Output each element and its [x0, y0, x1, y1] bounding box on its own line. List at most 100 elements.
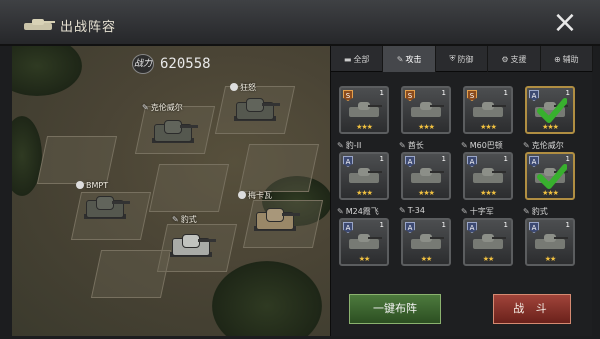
unit-card[interactable]: A 1 ★★ [525, 218, 575, 266]
unit-name: 克伦威尔 [531, 141, 564, 150]
unit-card[interactable]: A 1 ★★ [463, 218, 513, 266]
unit-card[interactable]: A 1 ★★★ [401, 152, 451, 200]
wrench-icon: ✎ [337, 141, 344, 150]
bush-decoration [212, 261, 322, 336]
unit-label: 狂怒 [230, 82, 256, 93]
unit-name-label: ✎ 克伦威尔 [523, 140, 564, 151]
wrench-icon: ✎ [172, 215, 179, 224]
tab-defense[interactable]: ⛨ 防御 [436, 46, 489, 72]
unit-name: 豹式 [531, 207, 548, 216]
tank-unit[interactable] [168, 232, 216, 258]
unit-name: M24霞飞 [345, 207, 379, 216]
power-value: 620558 [160, 56, 211, 72]
tab-attack[interactable]: ✎ 攻击 [383, 46, 436, 72]
rank-badge: A [529, 222, 539, 233]
gear-icon: ⚙ [501, 54, 509, 64]
tab-support[interactable]: ⚙ 支援 [488, 46, 541, 72]
wrench-icon: ✎ [461, 141, 468, 150]
unit-name-label: ✎ 豹-II [337, 140, 361, 151]
circle-icon [76, 181, 84, 189]
wrench-icon: ✎ [399, 141, 406, 150]
wrench-icon: ✎ [396, 54, 404, 64]
tank-unit[interactable] [252, 206, 300, 232]
star-rating: ★★★ [480, 189, 497, 197]
plus-icon: ⊕ [553, 54, 561, 64]
title-bar: 出战阵容 × [0, 0, 600, 46]
unit-card[interactable]: A 1 ★★ [401, 218, 451, 266]
unit-name-label: ✎ 十字军 [461, 206, 494, 217]
formation-slot[interactable] [90, 250, 172, 298]
shield-icon: ⛨ [449, 54, 456, 63]
formation-slot[interactable] [36, 136, 118, 184]
unit-card[interactable]: A 1 ★★★ [339, 152, 389, 200]
checkmark-icon [537, 164, 567, 189]
unit-card[interactable]: A 1 ★★★ [525, 86, 575, 134]
unit-name-label: ✎ M60巴顿 [461, 140, 503, 151]
unit-label: 梅卡瓦 [238, 190, 272, 201]
star-rating: ★★★ [480, 123, 497, 131]
rank-badge: A [467, 222, 477, 233]
tank-thumbnail [349, 168, 382, 184]
close-button[interactable]: × [548, 8, 582, 38]
rank-badge: A [405, 222, 415, 233]
tank-unit[interactable] [150, 118, 198, 144]
unit-card[interactable]: S 1 ★★★ [463, 86, 513, 134]
star-rating: ★★★ [356, 123, 373, 131]
unit-name: 豹-II [345, 141, 362, 150]
unit-card-grid: S 1 ★★★ S 1 ★★★ S 1 ★★★ A 1 ★★★ ✎ 豹-II ✎ 酋长 ✎ M60巴顿 ✎ 克伦威尔 A… [331, 72, 593, 296]
tab-all[interactable]: ▬ 全部 [331, 46, 384, 72]
tank-unit[interactable] [232, 96, 280, 122]
unit-name: 酋长 [407, 141, 424, 150]
tank-thumbnail [473, 234, 506, 250]
category-tabs: ▬ 全部 ✎ 攻击 ⛨ 防御 ⚙ 支援 ⊕ 辅助 [331, 46, 594, 72]
unit-label: ✎ 豹式 [172, 215, 197, 224]
battle-button[interactable]: 战 斗 [493, 294, 571, 324]
rank-badge: S [405, 90, 415, 101]
wrench-icon: ✎ [142, 103, 149, 112]
tank-unit[interactable] [82, 194, 130, 220]
wrench-icon: ✎ [399, 206, 406, 215]
wrench-icon: ✎ [523, 141, 530, 150]
unit-name: 十字军 [469, 207, 494, 216]
shield-icon [238, 191, 246, 199]
rank-badge: S [343, 90, 353, 101]
tank-thumbnail [411, 102, 444, 118]
unit-level: 1 [441, 155, 446, 163]
unit-name: M60巴顿 [469, 141, 503, 150]
formation-slot[interactable] [148, 164, 230, 212]
unit-label: BMPT [76, 181, 108, 190]
unit-name: T-34 [407, 206, 425, 215]
star-rating: ★★★ [418, 123, 435, 131]
star-rating: ★★ [358, 255, 371, 263]
unit-card[interactable]: S 1 ★★★ [339, 86, 389, 134]
unit-level: 1 [441, 89, 446, 97]
formation-slot[interactable] [238, 144, 320, 192]
star-rating: ★★★ [356, 189, 373, 197]
unit-name-label: ✎ T-34 [399, 206, 425, 215]
unit-card[interactable]: A 1 ★★★ [463, 152, 513, 200]
tank-icon: ▬ [343, 54, 352, 64]
star-rating: ★★ [544, 255, 557, 263]
tab-assist[interactable]: ⊕ 辅助 [541, 46, 594, 72]
unit-card[interactable]: A 1 ★★★ [525, 152, 575, 200]
unit-level: 1 [441, 221, 446, 229]
wrench-icon: ✎ [461, 207, 468, 216]
auto-deploy-button[interactable]: 一键布阵 [349, 294, 441, 324]
unit-name-label: ✎ M24霞飞 [337, 206, 379, 217]
rank-badge: S [467, 90, 477, 101]
power-badge: 战力 [132, 54, 154, 74]
rank-badge: A [467, 156, 477, 167]
rank-badge: A [343, 222, 353, 233]
wrench-icon: ✎ [523, 207, 530, 216]
unit-card[interactable]: A 1 ★★ [339, 218, 389, 266]
bush-decoration [12, 116, 42, 196]
rank-badge: A [405, 156, 415, 167]
tank-thumbnail [411, 234, 444, 250]
unit-card[interactable]: S 1 ★★★ [401, 86, 451, 134]
wrench-icon: ✎ [337, 207, 344, 216]
tank-icon [24, 19, 55, 30]
formation-map: 战力 620558 ✎ 克伦威尔 狂怒 BMPT ✎ 豹式 梅卡瓦 [12, 46, 330, 336]
unit-level: 1 [503, 155, 508, 163]
shield-icon [230, 83, 238, 91]
star-rating: ★★★ [418, 189, 435, 197]
